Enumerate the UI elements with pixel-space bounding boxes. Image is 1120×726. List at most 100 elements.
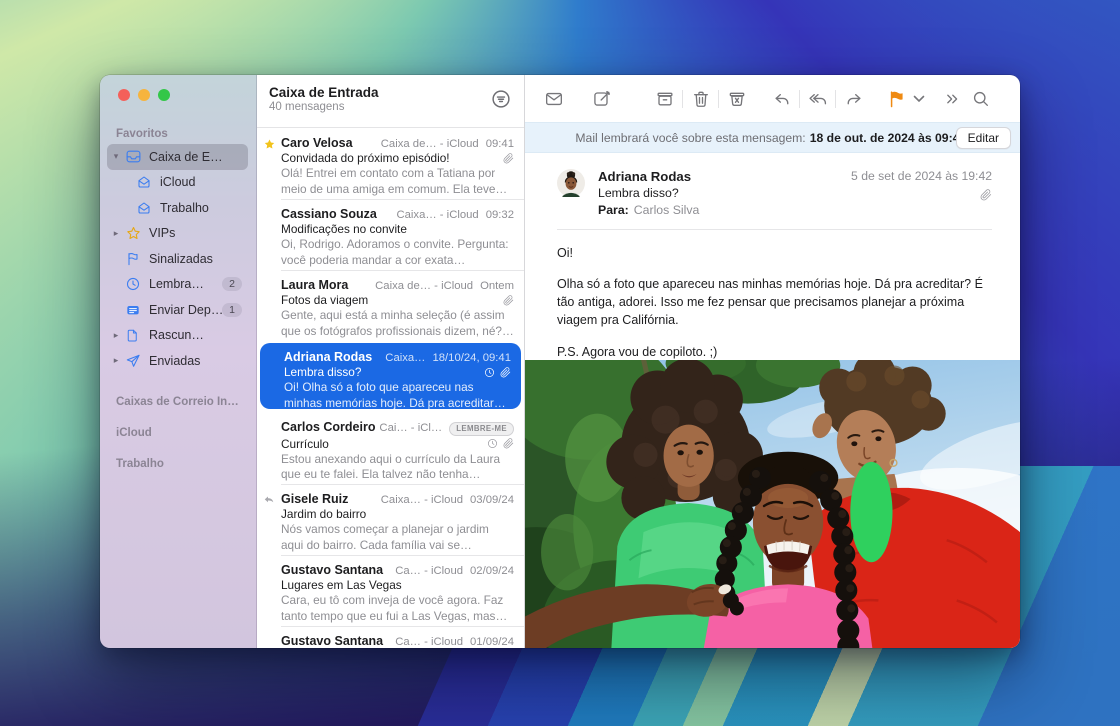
sidebar-item-inbox-trabalho[interactable]: Trabalho [100,195,256,221]
sender: Gustavo Santana [281,563,383,577]
mailbox-label: Ca… - iCloud [395,565,463,577]
message-row-selected[interactable]: Adriana Rodas Caixa…18/10/24, 09:41 Lemb… [260,343,521,409]
body-paragraph: P.S. Agora vou de copiloto. ;) [557,343,990,361]
sidebar-item-label: Trabalho [160,201,209,215]
chevron-right-icon[interactable]: ▸ [110,355,122,366]
search-button[interactable] [970,88,991,109]
sidebar-item-label: iCloud [160,175,195,189]
subject: Lugares em Las Vegas [281,578,402,592]
sidebar-item-enviar-depois[interactable]: Enviar Dep… 1 [100,297,256,323]
icloud-section-header[interactable]: iCloud [116,427,256,439]
inbox-icon [125,148,142,165]
starred-icon [263,138,276,151]
trabalho-section-header[interactable]: Trabalho [116,458,256,470]
mailbox-label: Caixa… - iCloud [381,494,463,506]
sender: Gisele Ruiz [281,492,348,506]
compose-button[interactable] [591,88,612,109]
time: 03/09/24 [470,494,514,506]
preview: Oi! Olha só a foto que apareceu nas minh… [284,380,511,411]
clock-icon [125,276,142,293]
reading-pane: Mail lembrará você sobre esta mensagem: … [525,75,1020,648]
attachment-icon [503,153,514,164]
flag-icon [887,89,907,109]
sidebar-item-enviadas[interactable]: ▸ Enviadas [100,348,256,374]
reminder-clock-icon [487,438,498,449]
message-row[interactable]: Laura Mora Caixa de… - iCloudOntem Fotos… [257,270,524,341]
chevron-right-icon[interactable]: ▸ [110,330,122,341]
mailbox-icon [136,199,153,216]
message-row[interactable]: Gustavo Santana Ca… - iCloud 02/09/24 Lug… [257,555,524,626]
junk-button[interactable] [726,88,747,109]
body-paragraph: Oi! [557,244,990,262]
attachment-icon [980,189,992,201]
forward-button[interactable] [843,88,864,109]
message-row[interactable]: Gisele Ruiz Caixa… - iCloud03/09/24 Jard… [257,484,524,555]
subject: Convidada do próximo episódio! [281,151,450,165]
mailbox-label: Caixa… - iCloud [396,209,478,221]
delete-button[interactable] [690,88,711,109]
more-toolbar-items-button[interactable] [941,88,962,109]
archive-button[interactable] [654,88,675,109]
forward-icon [844,89,864,109]
chevron-right-icon[interactable]: ▸ [110,228,122,239]
preview: Nós vamos começar a planejar o jardim aq… [281,522,514,553]
time: 01/09/24 [470,636,514,648]
message-row[interactable]: Caro Velosa Caixa de… - iCloud09:41 Conv… [257,128,524,199]
sidebar-item-label: VIPs [149,226,175,240]
replied-arrow-icon [263,494,275,506]
mailbox-label: Caixa de… - iCloud [375,280,473,292]
minimize-window-button[interactable] [138,89,150,101]
zoom-window-button[interactable] [158,89,170,101]
reminder-clock-icon [484,367,495,378]
message-photo-attachment[interactable] [525,360,1020,648]
message-count: 40 mensagens [269,101,512,113]
flag-options-chevron-icon[interactable] [913,88,925,109]
sidebar-item-sinalizadas[interactable]: Sinalizadas [100,246,256,272]
favorites-section-header[interactable]: Favoritos [116,128,256,140]
sidebar-item-label: Enviar Dep… [149,303,222,317]
edit-reminder-button[interactable]: Editar [956,127,1011,149]
attachment-icon [503,438,514,449]
flag-button[interactable] [886,88,907,109]
sidebar-item-inbox-icloud[interactable]: iCloud [100,170,256,196]
attachment-icon [500,367,511,378]
recipient-name[interactable]: Carlos Silva [634,203,700,217]
filter-button[interactable] [490,88,512,110]
reminder-banner-text: Mail lembrará você sobre esta mensagem: [575,131,805,145]
sidebar-item-label: Enviadas [149,354,200,368]
sidebar-item-label: Rascun… [149,328,204,342]
sidebar-item-vips[interactable]: ▸ VIPs [100,221,256,247]
remind-me-badge: LEMBRE-ME [449,422,514,436]
window-controls [100,75,256,101]
search-icon [971,89,991,109]
message-sender-name: Adriana Rodas [598,169,851,184]
mail-icon [544,89,564,109]
time: 02/09/24 [470,565,514,577]
reply-button[interactable] [771,88,792,109]
sidebar-item-label: Lembra… [149,277,204,291]
desktop-wallpaper: Favoritos ▾ Caixa de E… iCloud Trabalho [0,0,1120,726]
message-row[interactable]: Gustavo Santana Ca… - iCloud01/09/24 [257,626,524,648]
preview: Estou anexando aqui o currículo da Laura… [281,452,514,483]
trash-icon [691,89,711,109]
chevron-down-icon[interactable]: ▾ [110,151,122,162]
message-row[interactable]: Carlos Cordeiro Cai… - iCl…LEMBRE-ME Cur… [257,412,524,484]
reply-all-icon [808,89,828,109]
sender: Laura Mora [281,278,348,292]
sidebar-item-lembretes[interactable]: Lembra… 2 [100,272,256,298]
sidebar-item-label: Caixa de E… [149,150,223,164]
to-label: Para: [598,203,629,217]
message-date: 5 de set de 2024 às 19:42 [851,169,992,183]
smart-mailboxes-section-header[interactable]: Caixas de Correio In… [116,396,256,408]
sidebar-item-label: Sinalizadas [149,252,213,266]
message-list-pane: Caixa de Entrada 40 mensagens Caro Velos… [257,75,525,648]
close-window-button[interactable] [118,89,130,101]
message-row[interactable]: Cassiano Souza Caixa… - iCloud09:32 Modi… [257,199,524,270]
get-mail-button[interactable] [543,88,564,109]
sidebar-item-inbox[interactable]: ▾ Caixa de E… [100,144,256,170]
sidebar-item-rascunhos[interactable]: ▸ Rascun… [100,323,256,349]
flag-icon [125,250,142,267]
preview: Oi, Rodrigo. Adoramos o convite. Pergunt… [281,237,514,268]
reply-all-button[interactable] [807,88,828,109]
subject: Modificações no convite [281,222,407,236]
